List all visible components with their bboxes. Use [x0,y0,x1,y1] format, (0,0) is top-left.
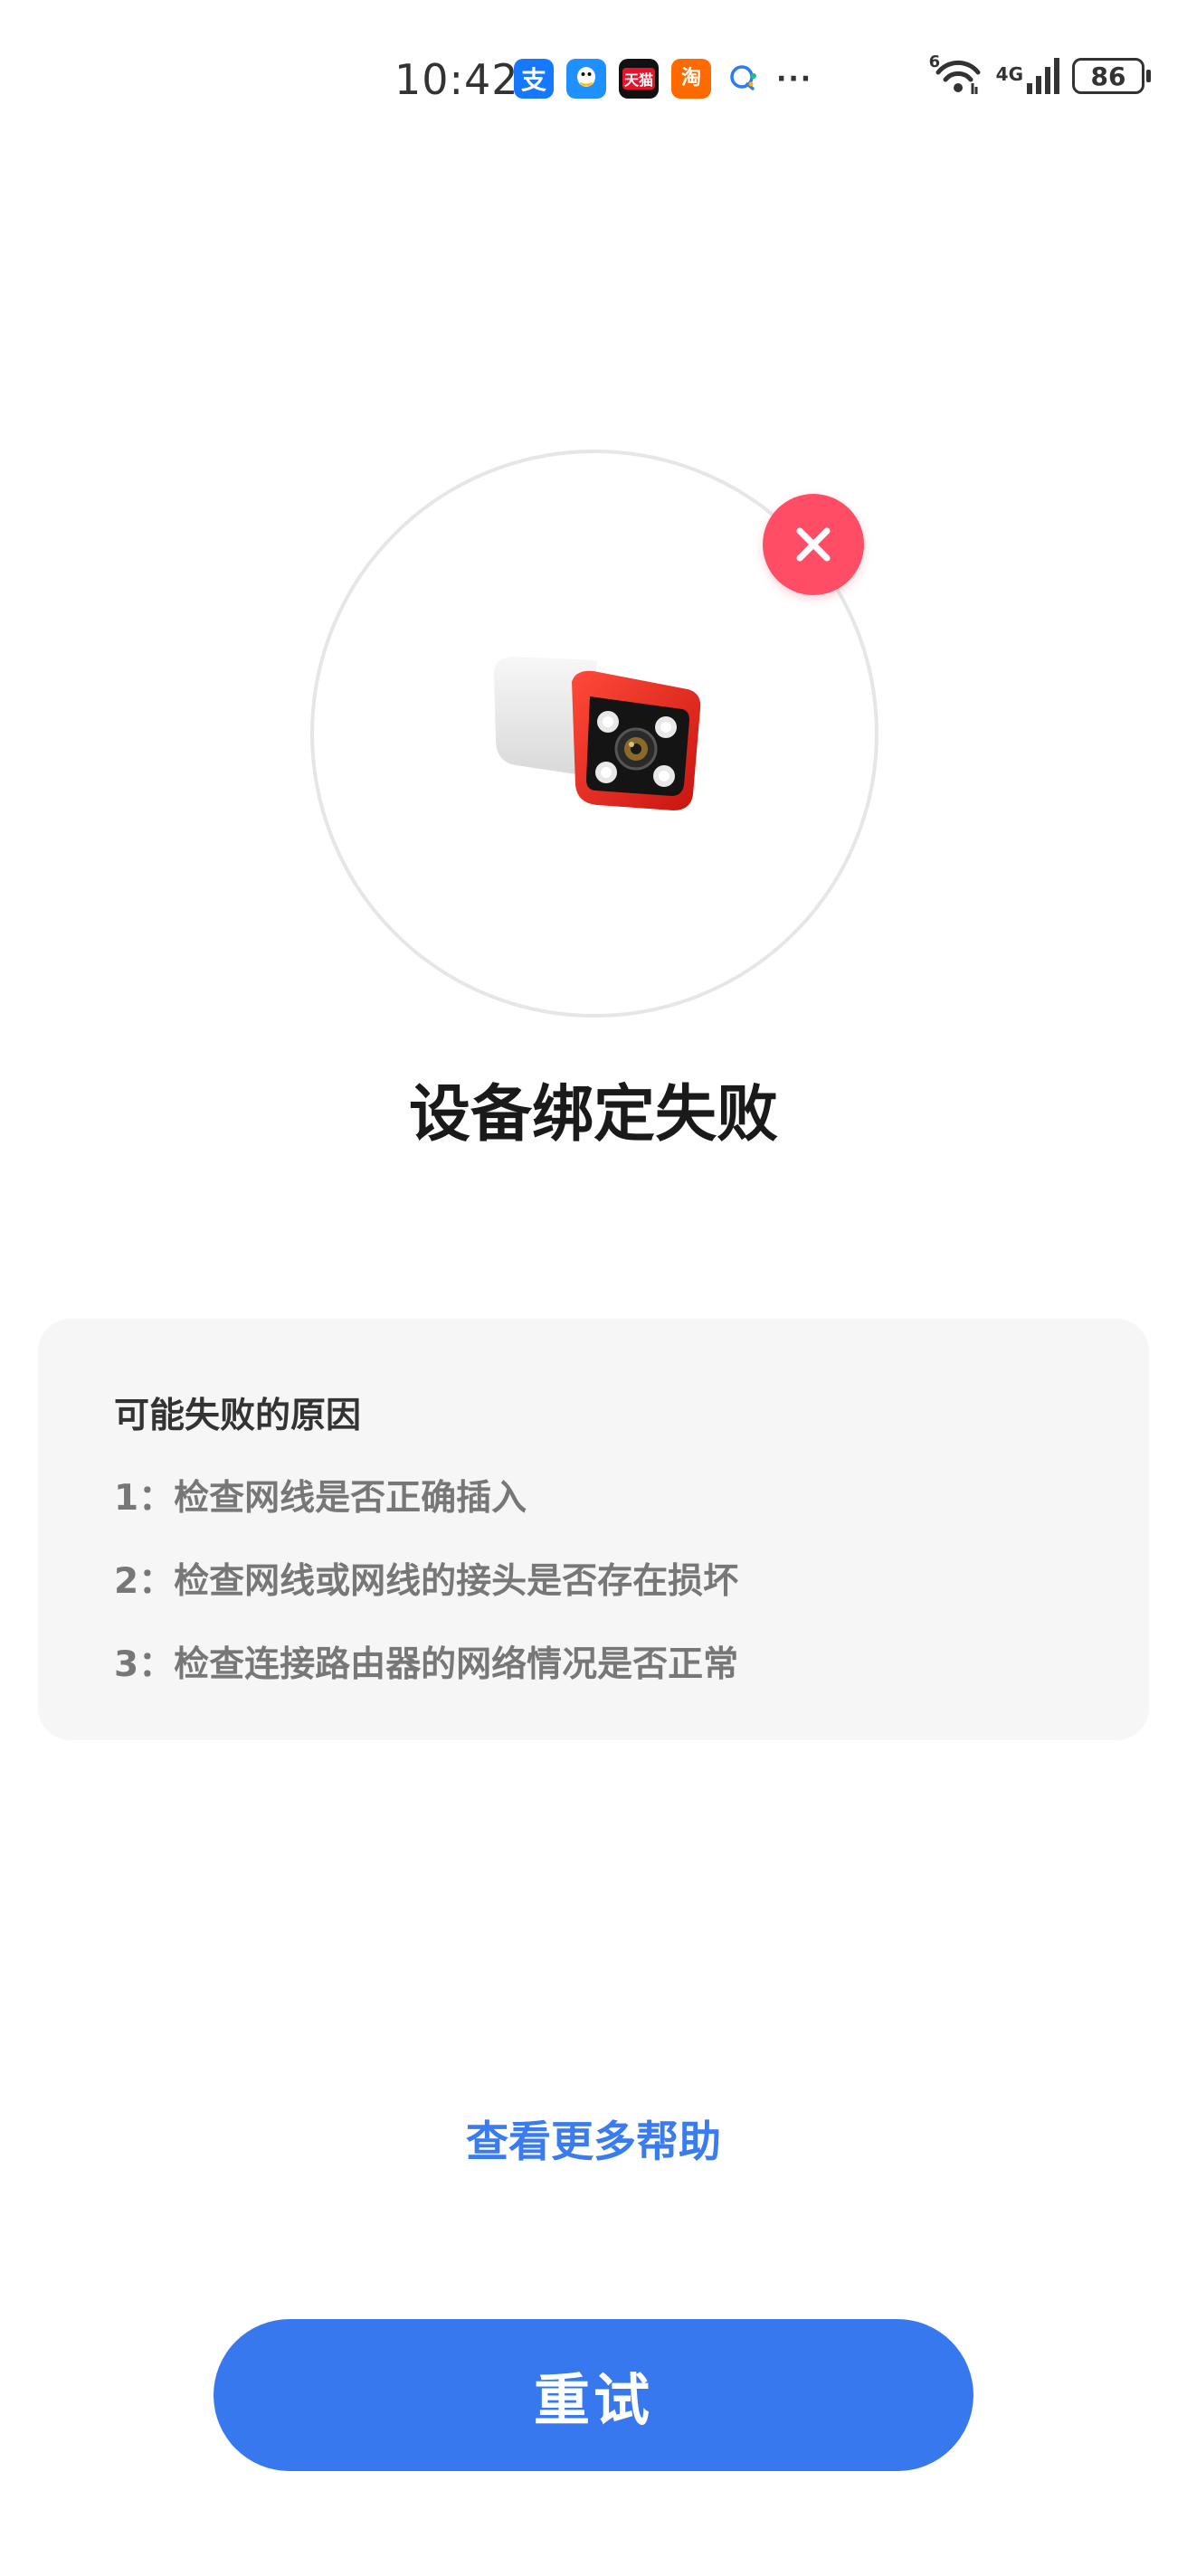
camera-icon [489,649,706,821]
battery-icon: 86 [1072,58,1151,94]
failure-reasons-card: 可能失败的原因 1：检查网线是否正确插入 2：检查网线或网线的接头是否存在损坏 … [38,1319,1149,1740]
status-time: 10:42 [394,55,519,104]
more-notifications-icon: ··· [776,62,813,95]
more-help-link[interactable]: 查看更多帮助 [0,2111,1187,2174]
page-title: 设备绑定失败 [408,1079,778,1151]
system-indicators: 6 4G 86 [929,52,1151,96]
wifi-icon: 6 [929,52,983,96]
qq-icon [566,59,606,99]
notification-icons: 支 天猫 淘 ··· [514,59,812,99]
tmall-icon: 天猫 [619,59,659,99]
status-bar: 10:42 支 天猫 淘 ··· 6 4G 86 [0,0,1187,163]
taobao-icon: 淘 [671,59,711,99]
reasons-heading: 可能失败的原因 [114,1396,362,1436]
chat-bubble-icon [724,59,764,99]
reason-item: 1：检查网线是否正确插入 [114,1478,527,1519]
retry-button[interactable]: 重试 [214,2319,973,2471]
reason-item: 2：检查网线或网线的接头是否存在损坏 [114,1561,739,1602]
error-x-icon [763,494,864,595]
alipay-icon: 支 [514,59,554,99]
cellular-signal-icon: 4G [996,58,1059,94]
reason-item: 3：检查连接路由器的网络情况是否正常 [114,1644,739,1685]
